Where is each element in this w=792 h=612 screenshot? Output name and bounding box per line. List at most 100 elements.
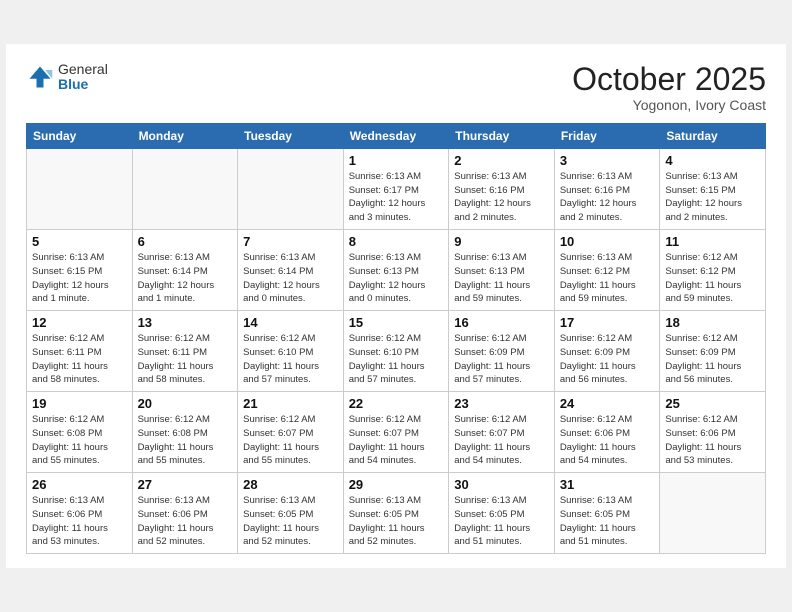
day-number: 25 [665, 396, 760, 411]
calendar-cell: 1 Sunrise: 6:13 AM Sunset: 6:17 PM Daylig… [343, 148, 449, 229]
calendar-cell: 27 Sunrise: 6:13 AM Sunset: 6:06 PM Dayli… [132, 473, 238, 554]
calendar-cell: 16 Sunrise: 6:12 AM Sunset: 6:09 PM Dayli… [449, 311, 555, 392]
location: Yogonon, Ivory Coast [572, 97, 766, 113]
day-number: 10 [560, 234, 655, 249]
weekday-header-monday: Monday [132, 123, 238, 148]
calendar-cell: 21 Sunrise: 6:12 AM Sunset: 6:07 PM Dayli… [238, 392, 344, 473]
calendar-cell: 7Sunrise: 6:13 AM Sunset: 6:14 PM Daylig… [238, 230, 344, 311]
day-number: 5 [32, 234, 127, 249]
day-number: 26 [32, 477, 127, 492]
day-number: 19 [32, 396, 127, 411]
day-info: Sunrise: 6:13 AM Sunset: 6:16 PM Dayligh… [560, 170, 655, 225]
day-info: Sunrise: 6:12 AM Sunset: 6:08 PM Dayligh… [138, 413, 233, 468]
calendar-cell: 8 Sunrise: 6:13 AM Sunset: 6:13 PM Daylig… [343, 230, 449, 311]
calendar-cell: 30Sunrise: 6:13 AM Sunset: 6:05 PM Dayli… [449, 473, 555, 554]
weekday-header-friday: Friday [554, 123, 660, 148]
week-row-1: 1 Sunrise: 6:13 AM Sunset: 6:17 PM Daylig… [27, 148, 766, 229]
day-number: 13 [138, 315, 233, 330]
month-title: October 2025 [572, 62, 766, 97]
day-number: 4 [665, 153, 760, 168]
day-number: 21 [243, 396, 338, 411]
day-number: 18 [665, 315, 760, 330]
day-number: 29 [349, 477, 444, 492]
weekday-header-tuesday: Tuesday [238, 123, 344, 148]
week-row-2: 5 Sunrise: 6:13 AM Sunset: 6:15 PM Daylig… [27, 230, 766, 311]
day-number: 16 [454, 315, 549, 330]
day-number: 31 [560, 477, 655, 492]
day-number: 14 [243, 315, 338, 330]
day-info: Sunrise: 6:12 AM Sunset: 6:09 PM Dayligh… [665, 332, 760, 387]
week-row-3: 12 Sunrise: 6:12 AM Sunset: 6:11 PM Dayli… [27, 311, 766, 392]
day-number: 17 [560, 315, 655, 330]
calendar-cell: 3 Sunrise: 6:13 AM Sunset: 6:16 PM Daylig… [554, 148, 660, 229]
calendar-cell: 2 Sunrise: 6:13 AM Sunset: 6:16 PM Daylig… [449, 148, 555, 229]
header: General Blue October 2025 Yogonon, Ivory… [26, 62, 766, 113]
calendar-cell: 14 Sunrise: 6:12 AM Sunset: 6:10 PM Dayli… [238, 311, 344, 392]
day-number: 24 [560, 396, 655, 411]
day-info: Sunrise: 6:13 AM Sunset: 6:14 PM Dayligh… [243, 251, 338, 306]
day-info: Sunrise: 6:12 AM Sunset: 6:07 PM Dayligh… [454, 413, 549, 468]
logo-blue: Blue [58, 77, 108, 92]
day-info: Sunrise: 6:12 AM Sunset: 6:11 PM Dayligh… [138, 332, 233, 387]
calendar-cell: 20 Sunrise: 6:12 AM Sunset: 6:08 PM Dayli… [132, 392, 238, 473]
day-info: Sunrise: 6:13 AM Sunset: 6:05 PM Dayligh… [243, 494, 338, 549]
logo-general: General [58, 62, 108, 77]
day-number: 2 [454, 153, 549, 168]
logo-icon [26, 63, 54, 91]
logo-text: General Blue [58, 62, 108, 93]
day-info: Sunrise: 6:13 AM Sunset: 6:16 PM Dayligh… [454, 170, 549, 225]
logo: General Blue [26, 62, 108, 93]
page: General Blue October 2025 Yogonon, Ivory… [6, 44, 786, 569]
day-number: 11 [665, 234, 760, 249]
day-info: Sunrise: 6:12 AM Sunset: 6:12 PM Dayligh… [665, 251, 760, 306]
day-info: Sunrise: 6:13 AM Sunset: 6:13 PM Dayligh… [349, 251, 444, 306]
day-info: Sunrise: 6:12 AM Sunset: 6:07 PM Dayligh… [349, 413, 444, 468]
day-info: Sunrise: 6:13 AM Sunset: 6:05 PM Dayligh… [560, 494, 655, 549]
calendar-cell [132, 148, 238, 229]
day-info: Sunrise: 6:13 AM Sunset: 6:05 PM Dayligh… [349, 494, 444, 549]
day-number: 8 [349, 234, 444, 249]
calendar-cell: 11 Sunrise: 6:12 AM Sunset: 6:12 PM Dayli… [660, 230, 766, 311]
day-number: 20 [138, 396, 233, 411]
day-number: 27 [138, 477, 233, 492]
calendar-cell: 17Sunrise: 6:12 AM Sunset: 6:09 PM Dayli… [554, 311, 660, 392]
calendar-cell: 10 Sunrise: 6:13 AM Sunset: 6:12 PM Dayli… [554, 230, 660, 311]
day-info: Sunrise: 6:13 AM Sunset: 6:15 PM Dayligh… [32, 251, 127, 306]
calendar-cell: 26 Sunrise: 6:13 AM Sunset: 6:06 PM Dayli… [27, 473, 133, 554]
day-info: Sunrise: 6:13 AM Sunset: 6:17 PM Dayligh… [349, 170, 444, 225]
day-number: 23 [454, 396, 549, 411]
day-number: 1 [349, 153, 444, 168]
weekday-header-thursday: Thursday [449, 123, 555, 148]
day-info: Sunrise: 6:12 AM Sunset: 6:09 PM Dayligh… [454, 332, 549, 387]
day-info: Sunrise: 6:12 AM Sunset: 6:10 PM Dayligh… [243, 332, 338, 387]
day-number: 22 [349, 396, 444, 411]
day-info: Sunrise: 6:13 AM Sunset: 6:14 PM Dayligh… [138, 251, 233, 306]
week-row-5: 26 Sunrise: 6:13 AM Sunset: 6:06 PM Dayli… [27, 473, 766, 554]
day-number: 28 [243, 477, 338, 492]
calendar-cell: 28 Sunrise: 6:13 AM Sunset: 6:05 PM Dayli… [238, 473, 344, 554]
day-info: Sunrise: 6:13 AM Sunset: 6:06 PM Dayligh… [32, 494, 127, 549]
weekday-header-saturday: Saturday [660, 123, 766, 148]
day-info: Sunrise: 6:12 AM Sunset: 6:11 PM Dayligh… [32, 332, 127, 387]
calendar-cell: 15Sunrise: 6:12 AM Sunset: 6:10 PM Dayli… [343, 311, 449, 392]
day-info: Sunrise: 6:13 AM Sunset: 6:12 PM Dayligh… [560, 251, 655, 306]
day-info: Sunrise: 6:13 AM Sunset: 6:06 PM Dayligh… [138, 494, 233, 549]
calendar-cell: 19Sunrise: 6:12 AM Sunset: 6:08 PM Dayli… [27, 392, 133, 473]
week-row-4: 19 Sunrise: 6:12 AM Sunset: 6:08 PM Dayli… [27, 392, 766, 473]
weekday-header-sunday: Sunday [27, 123, 133, 148]
day-info: Sunrise: 6:12 AM Sunset: 6:07 PM Dayligh… [243, 413, 338, 468]
day-number: 6 [138, 234, 233, 249]
calendar-cell: 6 Sunrise: 6:13 AM Sunset: 6:14 PM Daylig… [132, 230, 238, 311]
weekday-header-wednesday: Wednesday [343, 123, 449, 148]
day-info: Sunrise: 6:13 AM Sunset: 6:13 PM Dayligh… [454, 251, 549, 306]
title-area: October 2025 Yogonon, Ivory Coast [572, 62, 766, 113]
day-number: 12 [32, 315, 127, 330]
calendar-cell [238, 148, 344, 229]
calendar-cell: 25Sunrise: 6:12 AM Sunset: 6:06 PM Dayli… [660, 392, 766, 473]
day-info: Sunrise: 6:13 AM Sunset: 6:15 PM Dayligh… [665, 170, 760, 225]
day-info: Sunrise: 6:12 AM Sunset: 6:06 PM Dayligh… [560, 413, 655, 468]
calendar-cell: 12 Sunrise: 6:12 AM Sunset: 6:11 PM Dayli… [27, 311, 133, 392]
day-number: 3 [560, 153, 655, 168]
calendar-cell: 5 Sunrise: 6:13 AM Sunset: 6:15 PM Daylig… [27, 230, 133, 311]
day-info: Sunrise: 6:12 AM Sunset: 6:10 PM Dayligh… [349, 332, 444, 387]
